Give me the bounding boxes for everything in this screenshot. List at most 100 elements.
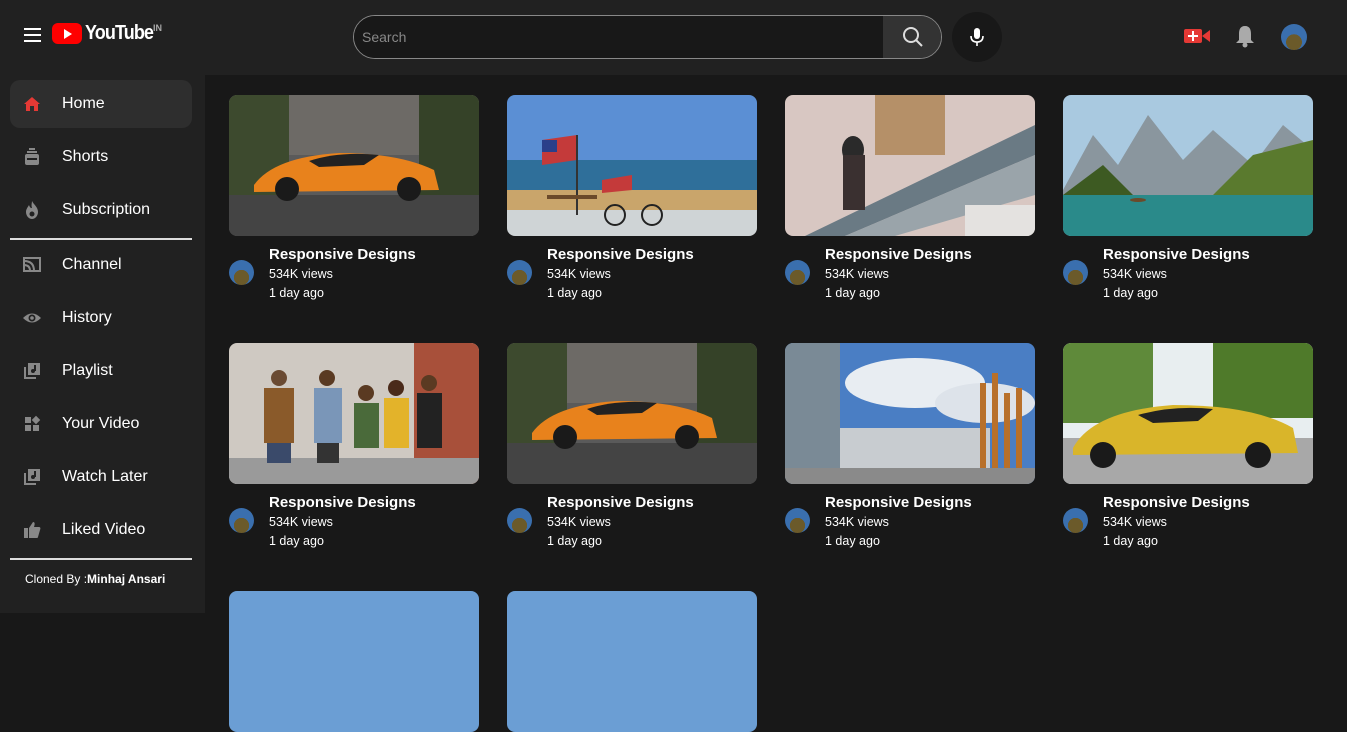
- video-thumbnail[interactable]: [785, 95, 1035, 236]
- video-thumbnail[interactable]: [785, 343, 1035, 484]
- sidebar-item-label: Home: [62, 95, 105, 112]
- video-thumbnail[interactable]: [1063, 343, 1313, 484]
- sidebar-item-watch-later[interactable]: Watch Later: [10, 453, 192, 501]
- video-age: 1 day ago: [1103, 286, 1158, 300]
- video-card[interactable]: Responsive Designs 534K views 1 day ago: [229, 343, 479, 548]
- channel-avatar[interactable]: [1063, 260, 1088, 285]
- video-title[interactable]: Responsive Designs: [269, 494, 416, 511]
- video-thumbnail[interactable]: [1063, 95, 1313, 236]
- sidebar-item-history[interactable]: History: [10, 294, 192, 342]
- notifications-button[interactable]: [1234, 24, 1256, 53]
- thumbs-up-icon: [22, 520, 42, 540]
- video-views: 534K views: [825, 267, 889, 281]
- video-views: 534K views: [825, 515, 889, 529]
- video-card[interactable]: Responsive Designs 534K views 1 day ago: [229, 95, 479, 300]
- logo-text: YouTube: [85, 22, 154, 44]
- sidebar-item-channel[interactable]: Channel: [10, 241, 192, 289]
- voice-search-button[interactable]: [952, 12, 1002, 62]
- search-bar: [353, 15, 942, 59]
- video-card[interactable]: Responsive Designs 534K views 1 day ago: [507, 95, 757, 300]
- video-title[interactable]: Responsive Designs: [269, 246, 416, 263]
- video-age: 1 day ago: [547, 286, 602, 300]
- search-icon: [903, 27, 923, 47]
- sidebar-item-label: Channel: [62, 256, 122, 273]
- sidebar-item-label: Your Video: [62, 415, 140, 432]
- sidebar-item-label: History: [62, 309, 112, 326]
- video-views: 534K views: [547, 267, 611, 281]
- video-title[interactable]: Responsive Designs: [825, 494, 972, 511]
- channel-avatar[interactable]: [785, 260, 810, 285]
- eye-icon: [22, 308, 42, 328]
- video-views: 534K views: [269, 267, 333, 281]
- sidebar-item-subscription[interactable]: Subscription: [10, 186, 192, 234]
- video-title[interactable]: Responsive Designs: [825, 246, 972, 263]
- video-card[interactable]: Responsive Designs 534K views 1 day ago: [1063, 95, 1313, 300]
- video-title[interactable]: Responsive Designs: [1103, 494, 1250, 511]
- user-avatar[interactable]: [1281, 24, 1307, 50]
- video-thumbnail[interactable]: [507, 343, 757, 484]
- video-title[interactable]: Responsive Designs: [547, 494, 694, 511]
- video-card[interactable]: [229, 591, 479, 732]
- create-video-button[interactable]: [1183, 26, 1211, 51]
- video-age: 1 day ago: [825, 286, 880, 300]
- video-card[interactable]: Responsive Designs 534K views 1 day ago: [1063, 343, 1313, 548]
- watch-later-icon: [22, 467, 42, 487]
- channel-avatar[interactable]: [229, 260, 254, 285]
- sidebar: Home Shorts Subscription Channel History…: [0, 75, 205, 613]
- youtube-logo[interactable]: YouTube IN: [52, 22, 162, 45]
- video-views: 534K views: [1103, 267, 1167, 281]
- shorts-icon: [22, 147, 42, 167]
- video-card[interactable]: Responsive Designs 534K views 1 day ago: [507, 343, 757, 548]
- video-card[interactable]: Responsive Designs 534K views 1 day ago: [785, 343, 1035, 548]
- sidebar-item-label: Watch Later: [62, 468, 148, 485]
- channel-avatar[interactable]: [507, 260, 532, 285]
- sidebar-item-label: Playlist: [62, 362, 113, 379]
- sidebar-item-label: Liked Video: [62, 521, 146, 538]
- playlist-icon: [22, 361, 42, 381]
- sidebar-item-liked-video[interactable]: Liked Video: [10, 506, 192, 554]
- sidebar-item-home[interactable]: Home: [10, 80, 192, 128]
- sidebar-item-playlist[interactable]: Playlist: [10, 347, 192, 395]
- video-thumbnail[interactable]: [507, 591, 757, 732]
- video-views: 534K views: [269, 515, 333, 529]
- search-button[interactable]: [883, 16, 941, 58]
- sidebar-divider: [10, 558, 192, 560]
- menu-icon[interactable]: [24, 28, 41, 42]
- channel-avatar[interactable]: [229, 508, 254, 533]
- video-age: 1 day ago: [269, 534, 324, 548]
- country-code: IN: [153, 23, 162, 33]
- video-age: 1 day ago: [547, 534, 602, 548]
- fire-icon: [22, 200, 42, 220]
- video-camera-add-icon: [1184, 29, 1210, 43]
- bell-icon: [1236, 26, 1254, 48]
- sidebar-divider: [10, 238, 192, 240]
- grid-icon: [22, 414, 42, 434]
- search-input[interactable]: [354, 16, 883, 58]
- video-thumbnail[interactable]: [507, 95, 757, 236]
- play-logo-icon: [52, 23, 82, 44]
- video-thumbnail[interactable]: [229, 591, 479, 732]
- sidebar-item-your-video[interactable]: Your Video: [10, 400, 192, 448]
- video-card[interactable]: [507, 591, 757, 732]
- sidebar-item-label: Subscription: [62, 201, 151, 218]
- channel-avatar[interactable]: [785, 508, 810, 533]
- video-card[interactable]: Responsive Designs 534K views 1 day ago: [785, 95, 1035, 300]
- sidebar-item-label: Shorts: [62, 148, 109, 165]
- video-views: 534K views: [1103, 515, 1167, 529]
- video-thumbnail[interactable]: [229, 95, 479, 236]
- video-thumbnail[interactable]: [229, 343, 479, 484]
- microphone-icon: [970, 28, 984, 46]
- cast-icon: [22, 255, 42, 275]
- sidebar-item-shorts[interactable]: Shorts: [10, 133, 192, 181]
- video-age: 1 day ago: [269, 286, 324, 300]
- video-age: 1 day ago: [825, 534, 880, 548]
- top-bar: YouTube IN: [0, 0, 1347, 75]
- channel-avatar[interactable]: [1063, 508, 1088, 533]
- video-title[interactable]: Responsive Designs: [1103, 246, 1250, 263]
- home-icon: [22, 94, 42, 114]
- video-title[interactable]: Responsive Designs: [547, 246, 694, 263]
- credit-text: Cloned By :Minhaj Ansari: [25, 572, 166, 586]
- video-views: 534K views: [547, 515, 611, 529]
- channel-avatar[interactable]: [507, 508, 532, 533]
- video-age: 1 day ago: [1103, 534, 1158, 548]
